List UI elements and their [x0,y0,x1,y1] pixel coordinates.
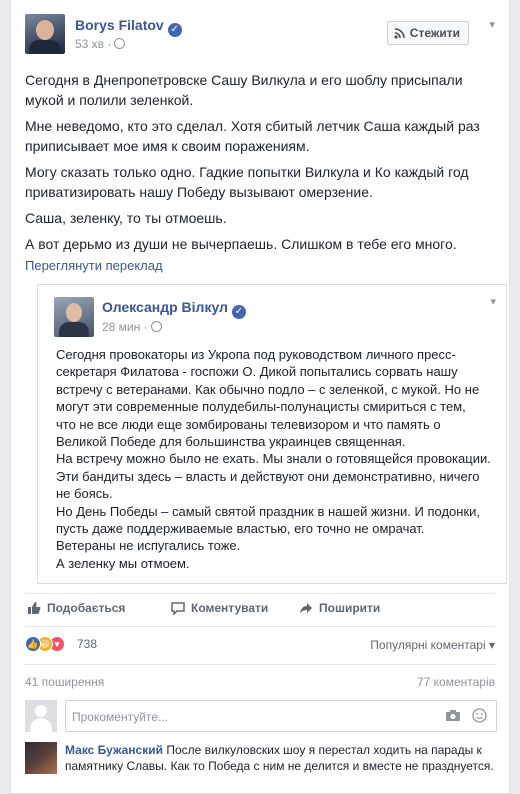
share-button[interactable]: Поширити [299,601,380,615]
post-paragraph: А вот дерьмо из души не вычерпаешь. Слиш… [25,236,457,252]
rss-icon [394,28,405,39]
divider [25,626,495,627]
see-translation-link[interactable]: Переглянути переклад [25,258,163,273]
comment-bubble-icon [171,602,185,615]
current-user-avatar [25,700,57,732]
shared-options-chevron-icon[interactable]: ▾ [490,295,496,308]
comment-sort-dropdown[interactable]: Популярні коментарі ▾ [370,638,495,652]
shared-author-avatar[interactable] [54,297,94,337]
shared-line: Ветераны не испугались тоже. [56,538,241,554]
post-paragraph: Могу сказать только одно. Гадкие попытки… [25,164,469,200]
divider [25,593,495,594]
shared-post-body: Сегодня провокаторы из Укропа под руково… [56,346,496,572]
author-avatar[interactable] [25,14,65,54]
globe-icon [150,321,162,332]
divider [25,664,495,665]
caret-down-icon: ▾ [488,638,495,652]
post-timestamp[interactable]: 53 хв · [75,37,126,51]
verified-badge-icon: ✓ [167,23,182,37]
like-button[interactable]: Подобається [27,601,125,615]
comment-count[interactable]: 77 коментарів [417,675,495,689]
reaction-count: 738 [77,637,98,651]
shared-line: что не все люди еще зомбированы телевизо… [56,416,441,432]
shared-line: Великой Победе для большинства украинцев… [56,434,406,450]
post-paragraph: Саша, зеленку, то ты отмоешь. [25,210,227,226]
emoji-icon[interactable] [472,708,487,723]
post-header: Borys Filatov ✓ 53 хв · Стежити ▾ [25,14,495,60]
comment-input[interactable]: Прокоментуйте... [65,700,497,732]
shared-post-timestamp[interactable]: 28 мин · [102,320,162,334]
post-actions: Подобається Коментувати Поширити [25,595,497,625]
shared-line: секретаря Филатова - госпожи О. Дикой по… [56,364,458,380]
post-paragraph: Сегодня в Днепропетровске Сашу Вилкула и… [25,72,463,108]
camera-icon[interactable] [445,709,461,722]
author-name[interactable]: Borys Filatov ✓ [75,17,182,37]
post-paragraph: Мне неведомо, кто это сделал. Хотя сбиты… [25,118,480,154]
shared-line: встречу с ветеранами. Как обычно подло –… [56,381,480,397]
commenter-name[interactable]: Макс Бужанский [65,743,163,757]
follow-button[interactable]: Стежити [386,21,469,45]
post-options-chevron-icon[interactable]: ▾ [489,18,495,31]
share-arrow-icon [300,603,312,614]
shared-line: могут эти современные полудебилы-полунац… [56,399,466,415]
shared-line: Эти бандиты здесь – власть и действуют о… [56,468,480,484]
shared-line: На встречу можно было не ехать. Мы знали… [56,451,491,467]
share-count[interactable]: 41 поширення [25,675,104,689]
comment-body: Макс Бужанский После вилкуловских шоу я … [65,742,497,774]
like-reaction-icon: 👍 [25,636,41,652]
comment-composer: Прокоментуйте... [25,700,497,732]
shared-line: не боясь. [56,486,113,502]
shared-author-name[interactable]: Олександр Вілкул ✓ [102,299,246,319]
post-body: Сегодня в Днепропетровске Сашу Вилкула и… [25,70,503,260]
comment-button[interactable]: Коментувати [171,601,268,615]
shared-line: А зеленку мы отмоем. [56,555,190,571]
shared-line: Сегодня провокаторы из Укропа под руково… [56,347,456,362]
commenter-avatar[interactable] [25,742,57,774]
post-card: Borys Filatov ✓ 53 хв · Стежити ▾ Сегодня… [10,0,510,794]
verified-badge-icon: ✓ [231,305,246,319]
shared-post[interactable]: Олександр Вілкул ✓ 28 мин · ▾ Сегодня про… [37,284,507,584]
thumbs-up-icon [28,602,41,614]
globe-icon [114,38,126,49]
shared-line: Но День Победы – самый святой праздник в… [56,503,481,519]
shared-line: пусть даже поддерживаемые властью, его т… [56,521,425,537]
